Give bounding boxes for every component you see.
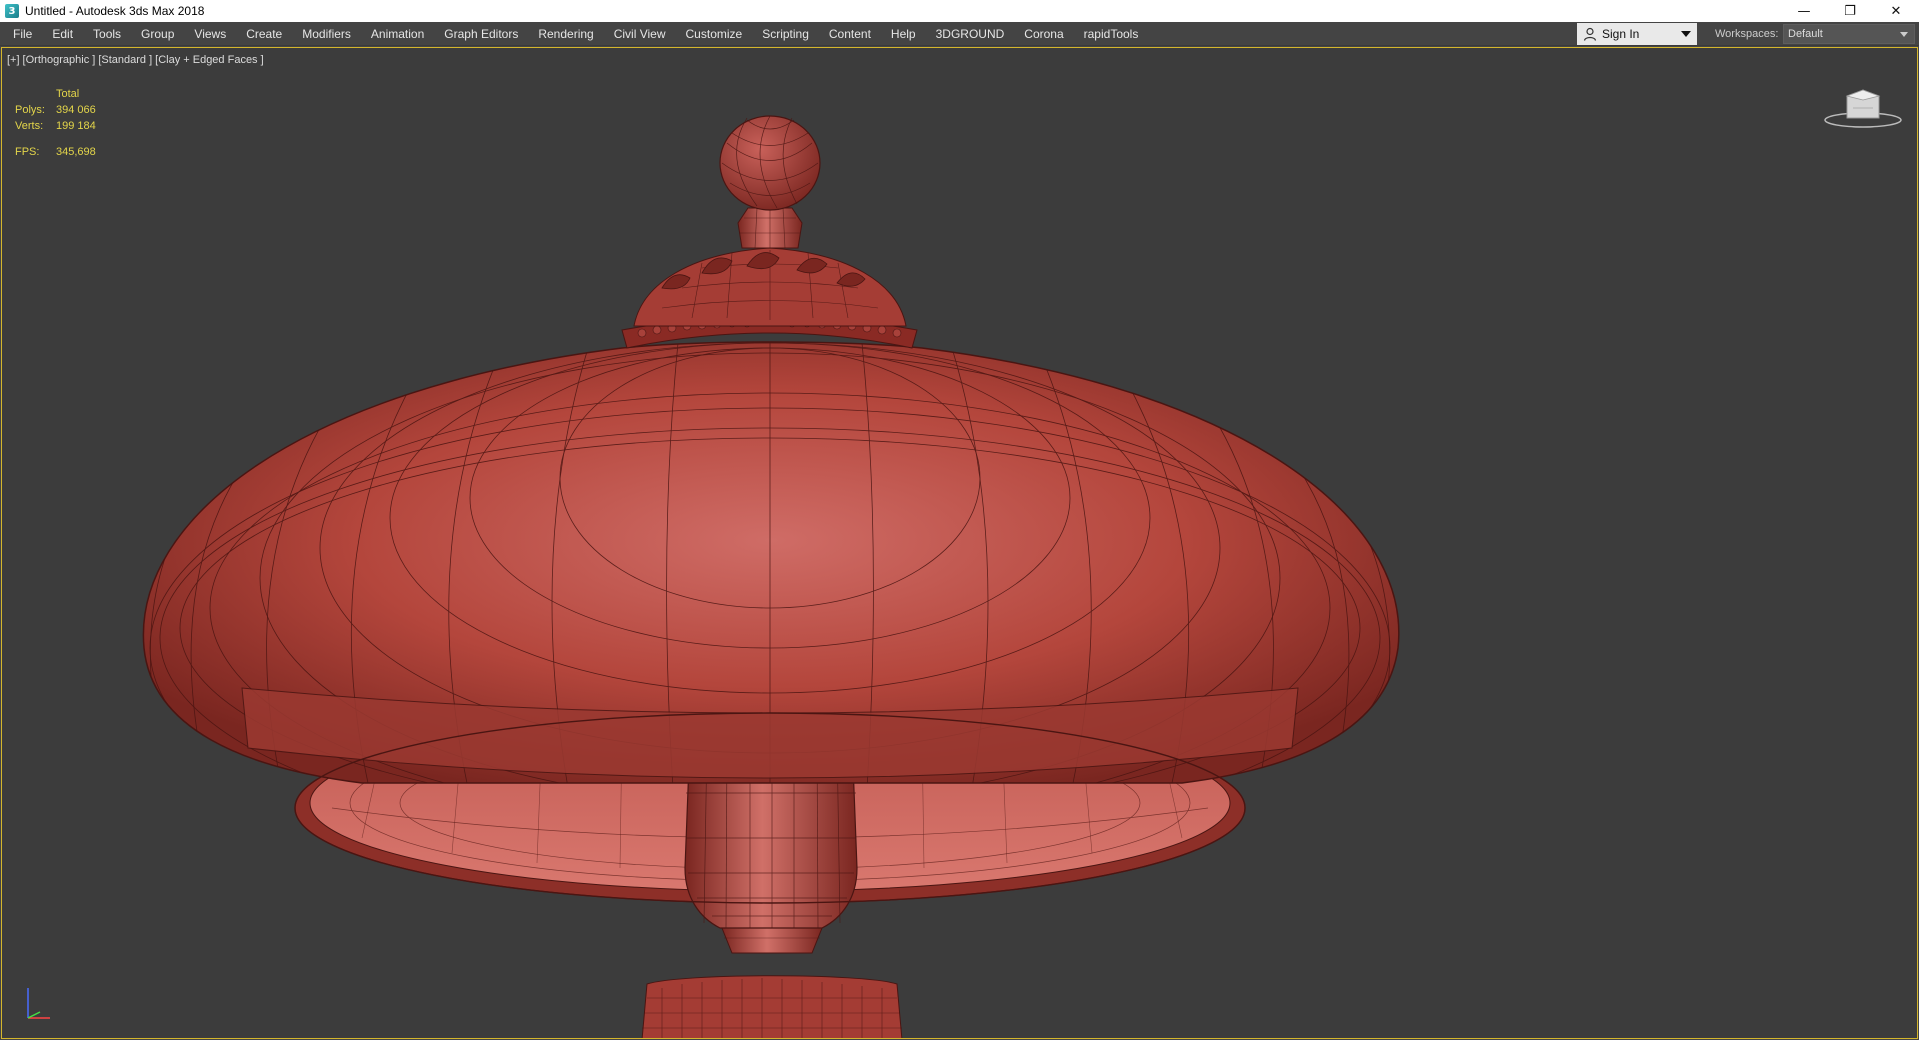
verts-label: Verts: — [15, 120, 44, 132]
menu-item-views[interactable]: Views — [184, 22, 236, 46]
viewcube-icon[interactable] — [1823, 82, 1903, 130]
menu-item-3dground[interactable]: 3DGROUND — [926, 22, 1015, 46]
menu-item-customize[interactable]: Customize — [676, 22, 753, 46]
title-bar: 3 Untitled - Autodesk 3ds Max 2018 — ❐ ✕ — [0, 0, 1919, 22]
menu-item-help[interactable]: Help — [881, 22, 926, 46]
menu-item-rapidtools[interactable]: rapidTools — [1074, 22, 1149, 46]
menu-item-corona[interactable]: Corona — [1014, 22, 1073, 46]
menu-item-animation[interactable]: Animation — [361, 22, 434, 46]
sign-in-label: Sign In — [1602, 27, 1640, 41]
viewport-maximize-toggle[interactable]: [+] — [7, 54, 20, 66]
workspace-dropdown[interactable]: Default — [1783, 24, 1915, 44]
polys-value: 394 066 — [56, 104, 96, 116]
workspace-value: Default — [1788, 28, 1823, 40]
menu-item-graph-editors[interactable]: Graph Editors — [434, 22, 528, 46]
polys-label: Polys: — [15, 104, 45, 116]
window-controls: — ❐ ✕ — [1781, 0, 1919, 22]
restore-button[interactable]: ❐ — [1827, 0, 1873, 22]
perspective-viewport[interactable]: [+] [Orthographic ] [Standard ] [Clay + Edg… — [1, 47, 1918, 1039]
app-logo-icon: 3 — [5, 4, 19, 18]
window-title: Untitled - Autodesk 3ds Max 2018 — [25, 4, 205, 18]
chevron-down-icon — [1900, 32, 1908, 37]
lamp-model-render — [142, 115, 1400, 1038]
chevron-down-icon[interactable] — [1681, 31, 1691, 37]
menu-item-rendering[interactable]: Rendering — [528, 22, 603, 46]
fps-label: FPS: — [15, 146, 40, 158]
menu-items: File Edit Tools Group Views Create Modifiers An… — [0, 22, 1148, 46]
viewport-shading-mode[interactable]: [Standard ] — [98, 54, 152, 66]
menu-item-content[interactable]: Content — [819, 22, 881, 46]
viewport-label-menu[interactable]: [+] [Orthographic ] [Standard ] [Clay + Edg… — [7, 54, 267, 66]
menu-item-civil-view[interactable]: Civil View — [604, 22, 676, 46]
user-icon — [1583, 27, 1597, 41]
axis-tripod-icon — [27, 988, 50, 1019]
minimize-button[interactable]: — — [1781, 0, 1827, 22]
menu-item-edit[interactable]: Edit — [42, 22, 83, 46]
sign-in-button[interactable]: Sign In — [1577, 23, 1697, 45]
fps-value: 345,698 — [56, 146, 96, 158]
viewport-display-style[interactable]: [Clay + Edged Faces ] — [155, 54, 264, 66]
viewport-statistics: Total Polys: 394 066 Verts: 199 184 FPS: 34… — [15, 86, 96, 160]
menu-item-file[interactable]: File — [3, 22, 42, 46]
menu-item-group[interactable]: Group — [131, 22, 184, 46]
viewport-view-label[interactable]: [Orthographic ] — [23, 54, 96, 66]
menu-item-tools[interactable]: Tools — [83, 22, 131, 46]
close-button[interactable]: ✕ — [1873, 0, 1919, 22]
workspace-label: Workspaces: — [1715, 28, 1779, 40]
menu-item-create[interactable]: Create — [236, 22, 292, 46]
menu-item-scripting[interactable]: Scripting — [752, 22, 819, 46]
stats-header: Total — [56, 88, 80, 100]
menu-item-modifiers[interactable]: Modifiers — [292, 22, 361, 46]
verts-value: 199 184 — [56, 120, 96, 132]
